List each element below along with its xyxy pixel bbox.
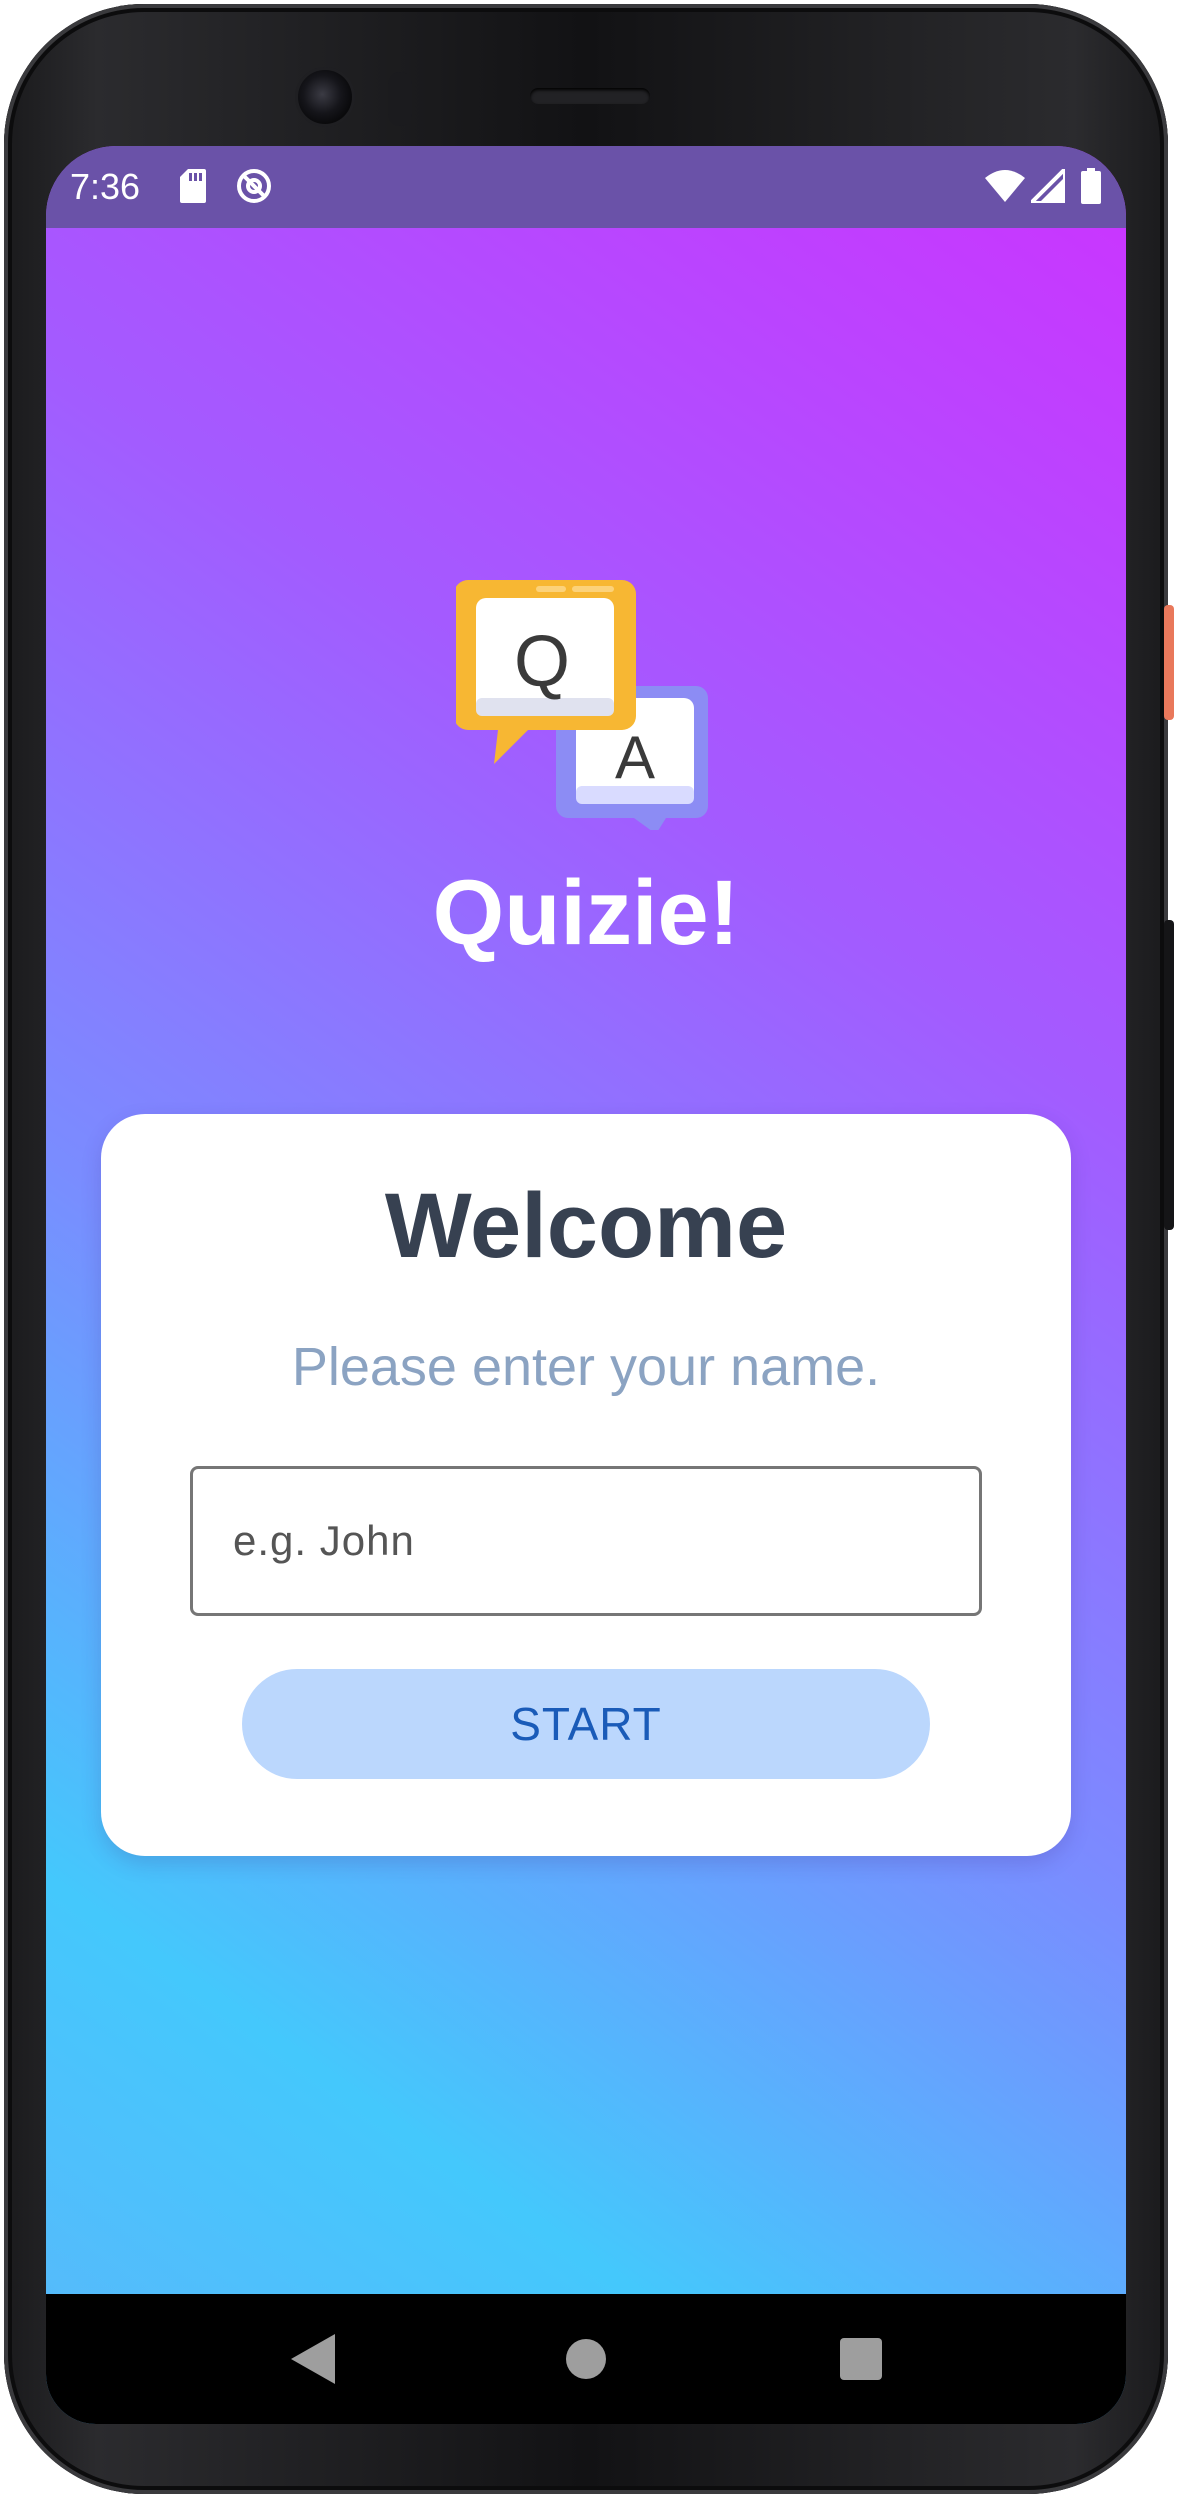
sd-card-icon bbox=[176, 164, 210, 208]
app-logo: A Q bbox=[454, 580, 716, 834]
card-subtitle: Please enter your name. bbox=[291, 1337, 881, 1397]
app-screen: 7:36 A Q Quizie! Welcome Please enter yo… bbox=[46, 146, 1126, 2424]
proximity-sensor bbox=[388, 72, 412, 126]
cellular-signal-icon bbox=[1028, 164, 1068, 208]
navigation-bar bbox=[46, 2294, 1126, 2424]
volume-rocker[interactable] bbox=[1164, 920, 1174, 1230]
power-button[interactable] bbox=[1164, 605, 1174, 720]
name-input[interactable] bbox=[190, 1466, 982, 1616]
answer-letter: A bbox=[615, 724, 655, 791]
question-letter: Q bbox=[514, 622, 570, 702]
start-button[interactable]: START bbox=[242, 1669, 930, 1779]
app-title: Quizie! bbox=[432, 862, 740, 964]
earpiece-speaker bbox=[530, 88, 650, 104]
status-time: 7:36 bbox=[70, 166, 141, 207]
battery-icon bbox=[1076, 164, 1106, 208]
wifi-icon bbox=[984, 164, 1026, 208]
welcome-card: Welcome Please enter your name. START bbox=[101, 1114, 1071, 1856]
card-title: Welcome bbox=[384, 1175, 788, 1277]
home-icon[interactable] bbox=[541, 2294, 631, 2424]
back-icon[interactable] bbox=[268, 2294, 358, 2424]
status-bar: 7:36 bbox=[46, 146, 1126, 228]
recents-icon[interactable] bbox=[816, 2294, 906, 2424]
do-not-disturb-icon bbox=[232, 164, 276, 208]
front-camera bbox=[298, 70, 352, 124]
